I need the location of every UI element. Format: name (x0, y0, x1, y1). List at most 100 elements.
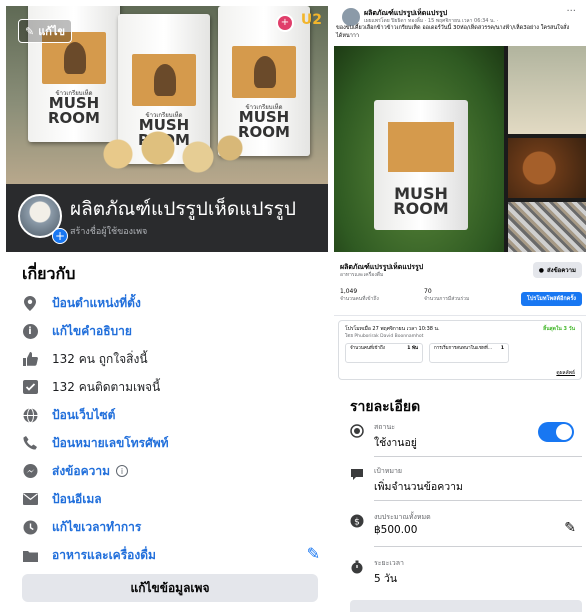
about-item-website[interactable]: ป้อนเว็บไซต์ (22, 404, 322, 426)
bottom-action-bar[interactable] (350, 600, 582, 612)
bag-label-image (232, 46, 296, 98)
pencil-icon: ✎ (24, 24, 35, 38)
reach-stat: 1,049 จำนวนคนที่เข้าถึง (340, 288, 379, 303)
svg-text:$: $ (354, 518, 360, 528)
clock-icon (22, 519, 38, 535)
send-message-label: ส่งข้อความ (546, 267, 576, 274)
divider (374, 456, 582, 457)
detail-goal-row: เป้าหมาย เพิ่มจำนวนข้อความ (350, 466, 582, 504)
post-thumb-photo[interactable] (508, 46, 586, 134)
post-main-photo[interactable]: MUSH ROOM (334, 46, 504, 252)
promotion-reach-cell: จำนวนคนที่เข้าถึง 1 พัน (345, 343, 423, 363)
status-toggle[interactable] (538, 422, 574, 442)
post-photo-grid: MUSH ROOM (334, 46, 586, 252)
promotion-chats-cell: การเริ่มการสนทนาในแชทที่... 1 (429, 343, 509, 363)
email-icon (22, 491, 38, 507)
info-icon[interactable]: i (116, 465, 129, 477)
about-item-hours[interactable]: แก้ไขเวลาทำการ (22, 516, 322, 538)
promotion-by: โดย Phuborirak David Boonnamhot (345, 334, 424, 339)
page-header: + ผลิตภัณฑ์แปรรูปเห็ดแปรรูป สร้างชื่อผู้… (6, 184, 328, 252)
page-summary-card: ผลิตภัณฑ์แปรรูปเห็ดแปรรูป อาหารและเครื่อ… (334, 256, 586, 316)
about-item-label: แก้ไขเวลาทำการ (52, 519, 142, 534)
send-message-button[interactable]: ● ส่งข้อความ (532, 262, 582, 278)
bag-brand: MUSH ROOM (393, 184, 449, 218)
followers-count: 132 คนติดตามเพจนี้ (52, 379, 161, 394)
mushroom-crackers-image (86, 124, 246, 184)
status-label: สถานะ (374, 423, 395, 431)
budget-label: งบประมาณทั้งหมด (374, 513, 431, 521)
about-item-description[interactable]: i แก้ไขคำอธิบาย (22, 320, 322, 342)
page-title: ผลิตภัณฑ์แปรรูปเห็ดแปรรูป (70, 198, 296, 220)
product-bag-image: MUSH ROOM (374, 100, 468, 230)
bag-label-image (388, 122, 454, 172)
bag-brand: MUSH ROOM (48, 94, 100, 127)
more-options-icon[interactable]: ··· (566, 6, 576, 17)
post-thumb-photo[interactable] (508, 202, 586, 252)
goal-label: เป้าหมาย (374, 467, 403, 475)
info-icon: i (22, 323, 38, 339)
thumbs-up-icon (22, 351, 38, 367)
reach-value: 1,049 (340, 288, 358, 295)
post-text: ของขบเคี้ยวเลือกข้าวข้าวเกรียบเห็ด ออเดอ… (336, 25, 570, 39)
about-item-phone[interactable]: ป้อนหมายเลขโทรศัพท์ (22, 432, 322, 454)
divider (374, 500, 582, 501)
promotion-status: สิ้นสุดใน 3 วัน (543, 326, 575, 332)
budget-value: ฿500.00 (374, 524, 418, 536)
stopwatch-icon (350, 560, 364, 574)
cover-badge-logo: U2 (300, 12, 322, 28)
messenger-icon (22, 463, 38, 479)
create-username-link[interactable]: สร้างชื่อผู้ใช้ของเพจ (70, 224, 147, 238)
about-item-followers: 132 คนติดตามเพจนี้ (22, 376, 322, 398)
radio-status-icon (350, 424, 364, 438)
about-item-email[interactable]: ป้อนอีเมล (22, 488, 322, 510)
about-item-label: ป้อนอีเมล (52, 491, 102, 506)
page-card-category: อาหารและเครื่องดื่ม (340, 272, 384, 278)
about-item-message[interactable]: ส่งข้อความ i (22, 460, 322, 482)
category-icon (22, 547, 38, 563)
engagement-label: จำนวนการมีส่วนร่วม (424, 296, 470, 302)
cell-value: 1 (500, 346, 504, 351)
cell-label: จำนวนคนที่เข้าถึง (350, 346, 385, 351)
messenger-icon: ● (538, 266, 544, 274)
edit-pencil-icon[interactable]: ✎ (307, 544, 320, 563)
edit-cover-button[interactable]: ✎ แก้ไข (18, 19, 72, 43)
about-heading: เกี่ยวกับ (22, 264, 76, 283)
edit-page-info-button[interactable]: แก้ไขข้อมูลเพจ (22, 574, 318, 602)
view-results-link[interactable]: ดูผลลัพธ์ (556, 369, 575, 377)
promotion-summary: โปรโมทเมื่อ 27 พฤศจิกายน เวลา 10:38 น. โ… (338, 320, 582, 380)
money-icon: $ (350, 514, 364, 528)
about-item-label: แก้ไขคำอธิบาย (52, 323, 132, 338)
edit-budget-icon[interactable]: ✎ (564, 520, 576, 536)
cover-badge-icon: + (276, 14, 294, 32)
post-thumb-photo[interactable] (508, 138, 586, 198)
location-pin-icon (22, 295, 38, 311)
edit-cover-label: แก้ไข (38, 25, 66, 38)
reach-label: จำนวนคนที่เข้าถึง (340, 296, 379, 302)
about-item-category[interactable]: อาหารและเครื่องดื่ม (22, 544, 322, 566)
boost-again-button[interactable]: โปรโมทโพสต์อีกครั้ง (520, 292, 582, 306)
cell-value: 1 พัน (407, 346, 418, 351)
status-value: ใช้งานอยู่ (374, 437, 417, 449)
about-item-location[interactable]: ป้อนตำแหน่งที่ตั้ง (22, 292, 322, 314)
duration-value: 5 วัน (374, 573, 398, 585)
globe-icon (22, 407, 38, 423)
about-item-label: ส่งข้อความ (52, 463, 111, 478)
bag-label-image (132, 54, 196, 106)
likes-count: 132 คน ถูกใจสิ่งนี้ (52, 351, 148, 366)
post-promotion-panel: ผลิตภัณฑ์แปรรูปเห็ดแปรรูป เผยแพร่โดย ปิย… (332, 0, 588, 612)
detail-duration-row: ระยะเวลา 5 วัน (350, 558, 582, 596)
add-photo-icon[interactable]: + (52, 228, 68, 244)
about-item-likes: 132 คน ถูกใจสิ่งนี้ (22, 348, 322, 370)
duration-label: ระยะเวลา (374, 559, 404, 567)
phone-icon (22, 435, 38, 451)
page-profile-panel: ข้าวเกรียบเห็ด MUSH ROOM ข้าวเกรียบเห็ด … (0, 0, 332, 612)
detail-budget-row: $ งบประมาณทั้งหมด ฿500.00 ✎ (350, 512, 582, 552)
detail-status-row: สถานะ ใช้งานอยู่ (350, 422, 582, 460)
about-item-label: ป้อนหมายเลขโทรศัพท์ (52, 435, 169, 450)
chat-bubble-icon (350, 468, 364, 482)
engagement-value: 70 (424, 288, 432, 295)
goal-value: เพิ่มจำนวนข้อความ (374, 481, 463, 493)
engagement-stat: 70 จำนวนการมีส่วนร่วม (424, 288, 469, 303)
about-item-label: ป้อนเว็บไซต์ (52, 407, 116, 422)
cell-label: การเริ่มการสนทนาในแชทที่... (434, 346, 493, 351)
